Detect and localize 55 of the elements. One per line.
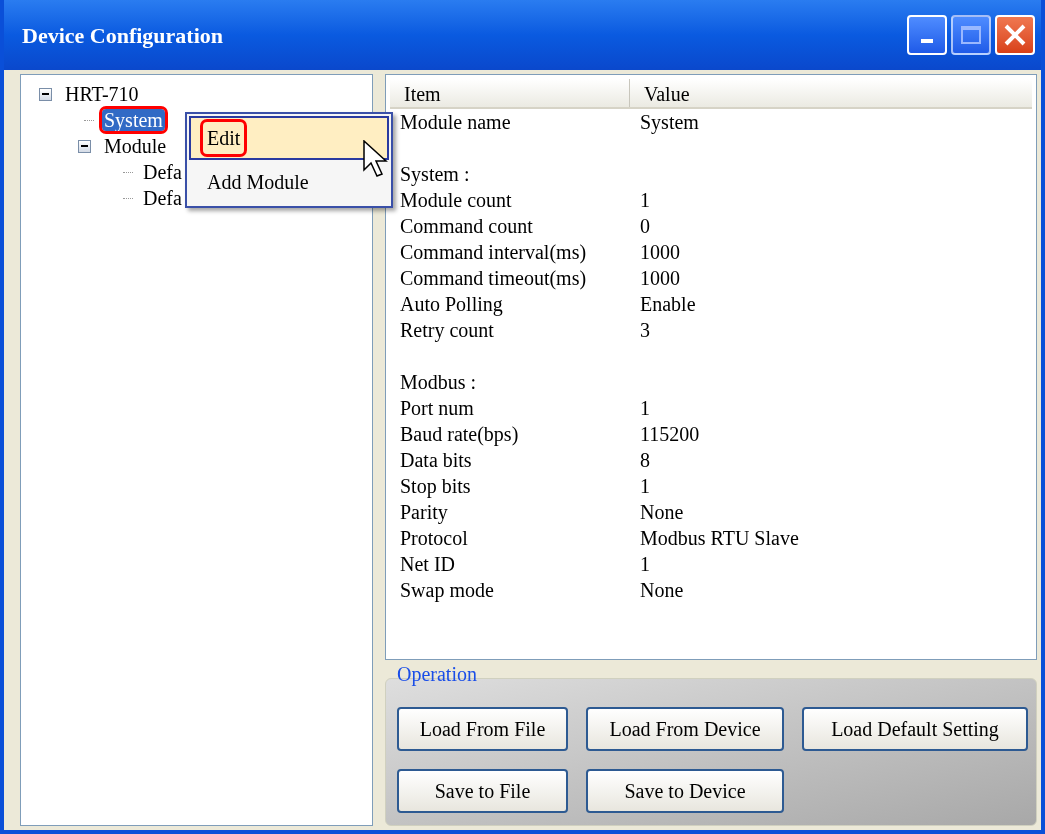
value-cell-text: Enable <box>640 292 696 317</box>
action-button[interactable]: Load From File <box>397 707 568 751</box>
action-button[interactable]: Load Default Setting <box>802 707 1028 751</box>
item-cell-text: Module count <box>400 188 513 213</box>
section-label: Modbus : <box>400 370 477 395</box>
tree-item[interactable]: System <box>102 109 165 131</box>
tree-item[interactable]: Defa <box>141 161 184 183</box>
menu-item[interactable]: Edit <box>189 116 389 160</box>
action-button[interactable]: Load From Device <box>586 707 784 751</box>
value-cell-text: 115200 <box>640 422 700 447</box>
item-cell-text: Module name <box>400 110 512 135</box>
mouse-pointer-icon <box>363 140 389 178</box>
item-cell-text: Net ID <box>400 552 456 577</box>
column-header[interactable]: Item <box>390 79 630 107</box>
action-button[interactable]: Save to Device <box>586 769 784 813</box>
value-cell-text: 1 <box>640 396 650 421</box>
item-cell-text: Command interval(ms) <box>400 240 588 265</box>
column-header[interactable]: Value <box>630 79 1032 107</box>
value-cell-text: 1000 <box>640 266 680 291</box>
item-cell-text: Parity <box>400 500 449 525</box>
group-title: Operation <box>396 662 477 686</box>
minimize-button[interactable] <box>907 15 947 55</box>
maximize-button[interactable] <box>951 15 991 55</box>
window-title: Device Configuration <box>22 21 224 50</box>
collapse-toggle-icon[interactable] <box>38 87 52 101</box>
menu-item[interactable]: Add Module <box>189 160 389 204</box>
value-cell-text: None <box>640 578 684 603</box>
section-label: System : <box>400 162 470 187</box>
action-button[interactable]: Save to File <box>397 769 568 813</box>
item-cell-text: Baud rate(bps) <box>400 422 520 447</box>
value-cell-text: 1 <box>640 552 650 577</box>
value-cell-text: 1 <box>640 188 650 213</box>
value-cell-text: Modbus RTU Slave <box>640 526 799 551</box>
item-cell-text: Protocol <box>400 526 469 551</box>
item-cell-text: Stop bits <box>400 474 472 499</box>
value-cell-text: 1 <box>640 474 650 499</box>
item-cell-text: Auto Polling <box>400 292 504 317</box>
tree-item[interactable]: HRT-710 <box>63 83 141 105</box>
value-cell-text: 8 <box>640 448 650 473</box>
value-cell-text: 0 <box>640 214 650 239</box>
item-cell-text: Port num <box>400 396 475 421</box>
collapse-toggle-icon[interactable] <box>77 139 91 153</box>
value-cell-text: System <box>640 110 699 135</box>
value-cell-text: 1000 <box>640 240 680 265</box>
item-cell-text: Swap mode <box>400 578 495 603</box>
close-icon <box>1003 23 1027 47</box>
close-button[interactable] <box>995 15 1035 55</box>
item-cell-text: Data bits <box>400 448 473 473</box>
tree-item[interactable]: Defa <box>141 187 184 209</box>
value-cell-text: 3 <box>640 318 650 343</box>
item-cell-text: Command count <box>400 214 534 239</box>
tree-item[interactable]: Module <box>102 135 169 157</box>
value-cell-text: None <box>640 500 684 525</box>
item-cell-text: Command timeout(ms) <box>400 266 588 291</box>
item-cell-text: Retry count <box>400 318 495 343</box>
